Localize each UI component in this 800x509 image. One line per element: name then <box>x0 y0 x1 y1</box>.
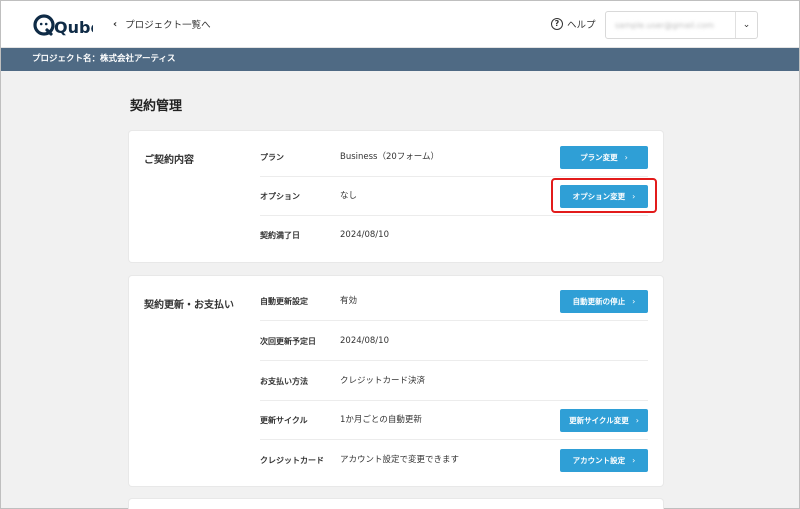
highlight-frame <box>551 178 657 213</box>
renewal-row-credit-card: クレジットカード アカウント設定で変更できます アカウント設定 › <box>260 441 648 480</box>
account-settings-button[interactable]: アカウント設定 › <box>560 449 648 472</box>
button-label: 自動更新の停止 <box>572 297 626 306</box>
button-label: プラン変更 <box>580 153 618 162</box>
contract-card-title: ご契約内容 <box>144 155 194 166</box>
renewal-row-payment-method: お支払い方法 クレジットカード決済 <box>260 362 648 401</box>
button-label: アカウント設定 <box>572 456 626 465</box>
help-circle-icon: ? <box>551 18 563 30</box>
row-label: お支払い方法 <box>260 377 308 386</box>
row-value: Business（20フォーム） <box>340 152 440 162</box>
page-title: 契約管理 <box>130 99 183 114</box>
project-name-bar: プロジェクト名：株式会社アーティス <box>1 48 799 71</box>
back-to-projects-link[interactable]: ‹ プロジェクト一覧へ <box>113 17 211 32</box>
account-dropdown[interactable]: sample.user@gmail.com ⌄ <box>605 11 758 39</box>
logo-text: Qubo <box>54 18 93 37</box>
help-link[interactable]: ? ヘルプ <box>551 17 596 31</box>
qubo-logo[interactable]: Qubo <box>33 12 93 38</box>
row-label: プラン <box>260 153 284 162</box>
row-label: オプション <box>260 192 300 201</box>
row-label: 契約満了日 <box>260 231 300 240</box>
row-label: クレジットカード <box>260 456 324 465</box>
row-value: 2024/08/10 <box>340 230 389 240</box>
chevron-left-icon: ‹ <box>113 18 118 30</box>
row-value: クレジットカード決済 <box>340 376 426 386</box>
row-label: 次回更新予定日 <box>260 337 316 346</box>
project-name: プロジェクト名：株式会社アーティス <box>32 54 176 64</box>
change-plan-button[interactable]: プラン変更 › <box>560 146 648 169</box>
qubo-logo-mark: Qubo <box>33 14 93 37</box>
row-value: 2024/08/10 <box>340 336 389 346</box>
renewal-card-title: 契約更新・お支払い <box>144 300 234 311</box>
chevron-down-icon[interactable]: ⌄ <box>735 12 757 38</box>
chevron-right-icon: › <box>632 297 636 306</box>
renewal-row-next-date: 次回更新予定日 2024/08/10 <box>260 322 648 361</box>
change-cycle-button[interactable]: 更新サイクル変更 › <box>560 409 648 432</box>
row-value: 1か月ごとの自動更新 <box>340 415 422 425</box>
next-card <box>129 499 663 509</box>
back-link-label: プロジェクト一覧へ <box>125 20 211 31</box>
row-value: なし <box>340 191 358 201</box>
button-label: 更新サイクル変更 <box>569 416 629 425</box>
row-label: 更新サイクル <box>260 416 308 425</box>
stop-auto-renewal-button[interactable]: 自動更新の停止 › <box>560 290 648 313</box>
chevron-right-icon: › <box>632 456 636 465</box>
chevron-right-icon: › <box>624 153 628 162</box>
renewal-row-cycle: 更新サイクル 1か月ごとの自動更新 更新サイクル変更 › <box>260 401 648 440</box>
top-header: Qubo ‹ プロジェクト一覧へ ? ヘルプ sample.user@gmail… <box>1 1 799 48</box>
row-value: 有効 <box>340 296 358 306</box>
renewal-payment-card: 契約更新・お支払い 自動更新設定 有効 自動更新の停止 › 次回更新予定日 20… <box>129 276 663 486</box>
row-value: アカウント設定で変更できます <box>340 455 460 465</box>
chevron-right-icon: › <box>635 416 639 425</box>
help-label: ヘルプ <box>567 20 596 31</box>
renewal-row-auto-update: 自動更新設定 有効 自動更新の停止 › <box>260 282 648 321</box>
contract-row-expiry: 契約満了日 2024/08/10 <box>260 216 648 255</box>
account-email: sample.user@gmail.com <box>615 20 714 30</box>
contract-row-plan: プラン Business（20フォーム） プラン変更 › <box>260 138 648 177</box>
row-label: 自動更新設定 <box>260 297 308 306</box>
